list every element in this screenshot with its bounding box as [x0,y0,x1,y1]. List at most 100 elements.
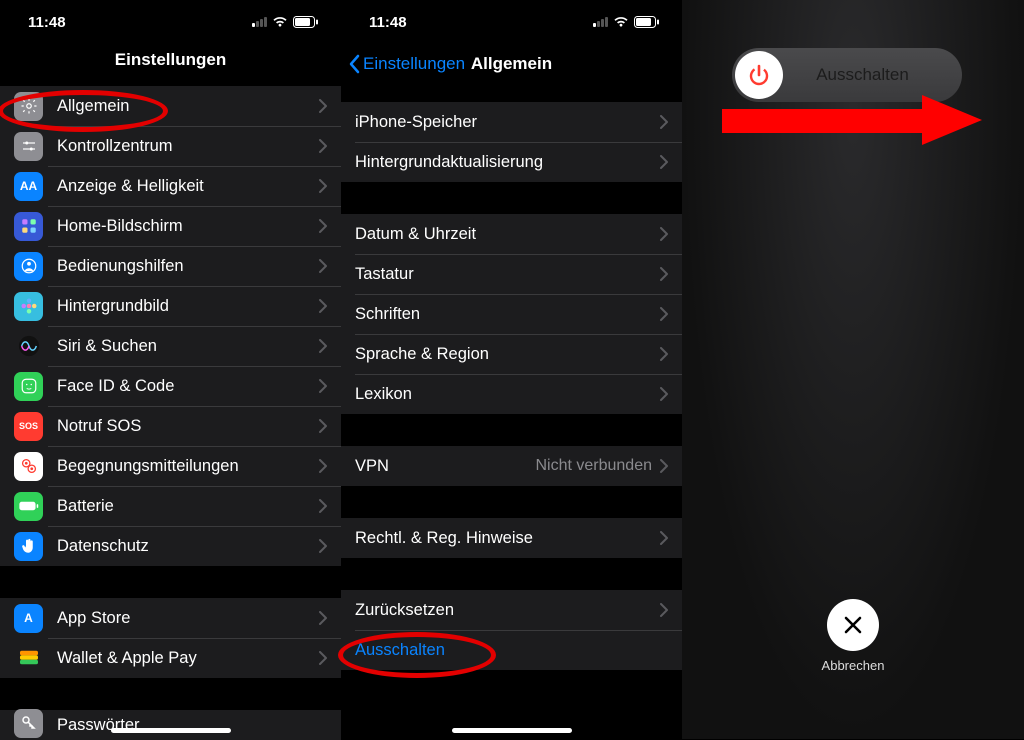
row-display-label: Anzeige & Helligkeit [57,177,319,196]
privacy-icon [14,532,43,561]
row-home[interactable]: Home-Bildschirm [0,206,341,246]
row-vpn-label: VPN [355,457,535,476]
row-battery-label: Batterie [57,497,319,516]
status-right [593,16,660,28]
chevron-right-icon [660,307,668,321]
row-dict[interactable]: Lexikon [341,374,682,414]
home-indicator[interactable] [111,728,231,733]
row-storage[interactable]: iPhone-Speicher [341,102,682,142]
wallpaper-icon [14,292,43,321]
wifi-icon [272,16,288,28]
row-date[interactable]: Datum & Uhrzeit [341,214,682,254]
slide-to-power-off[interactable]: Ausschalten [732,48,962,102]
accessibility-icon [14,252,43,281]
row-legal[interactable]: Rechtl. & Reg. Hinweise [341,518,682,558]
row-general[interactable]: Allgemein [0,86,341,126]
home-indicator[interactable] [452,728,572,733]
row-sos[interactable]: SOS Notruf SOS [0,406,341,446]
row-faceid[interactable]: Face ID & Code [0,366,341,406]
row-shutdown-label: Ausschalten [355,641,668,660]
status-bar: 11:48 [341,0,682,44]
chevron-right-icon [319,611,327,625]
chevron-right-icon [660,603,668,617]
row-dict-label: Lexikon [355,385,660,404]
row-wallet[interactable]: Wallet & Apple Pay [0,638,341,678]
row-keyboard-label: Tastatur [355,265,660,284]
row-exposure[interactable]: Begegnungsmitteilungen [0,446,341,486]
status-time: 11:48 [369,14,407,31]
row-reset-label: Zurücksetzen [355,601,660,620]
row-bg-label: Hintergrundaktualisierung [355,153,660,172]
cellular-signal-icon [593,17,608,27]
chevron-right-icon [319,99,327,113]
row-accessibility-label: Bedienungshilfen [57,257,319,276]
row-control[interactable]: Kontrollzentrum [0,126,341,166]
row-vpn-detail: Nicht verbunden [535,457,652,475]
key-icon [14,709,43,738]
row-shutdown[interactable]: Ausschalten [341,630,682,670]
row-privacy[interactable]: Datenschutz [0,526,341,566]
power-icon [746,62,772,88]
chevron-right-icon [319,179,327,193]
sos-icon: SOS [14,412,43,441]
row-display[interactable]: AA Anzeige & Helligkeit [0,166,341,206]
row-wallpaper[interactable]: Hintergrundbild [0,286,341,326]
chevron-right-icon [660,459,668,473]
chevron-right-icon [319,139,327,153]
cancel-label: Abbrechen [822,658,885,673]
row-battery[interactable]: Batterie [0,486,341,526]
display-icon: AA [14,172,43,201]
close-icon [841,613,865,637]
row-siri-label: Siri & Suchen [57,337,319,356]
row-fonts[interactable]: Schriften [341,294,682,334]
row-general-label: Allgemein [57,97,319,116]
cellular-signal-icon [252,17,267,27]
row-wallpaper-label: Hintergrundbild [57,297,319,316]
chevron-right-icon [319,379,327,393]
general-icon [14,92,43,121]
faceid-icon [14,372,43,401]
cancel-button[interactable] [827,599,879,651]
row-bg[interactable]: Hintergrundaktualisierung [341,142,682,182]
control-icon [14,132,43,161]
chevron-right-icon [319,339,327,353]
row-sos-label: Notruf SOS [57,417,319,436]
row-siri[interactable]: Siri & Suchen [0,326,341,366]
row-accessibility[interactable]: Bedienungshilfen [0,246,341,286]
battery-icon [14,492,43,521]
row-appstore[interactable]: AApp Store [0,598,341,638]
power-knob[interactable] [735,51,783,99]
row-home-label: Home-Bildschirm [57,217,319,236]
chevron-right-icon [319,299,327,313]
chevron-right-icon [660,387,668,401]
chevron-right-icon [660,347,668,361]
row-faceid-label: Face ID & Code [57,377,319,396]
back-label: Einstellungen [363,54,465,74]
row-date-label: Datum & Uhrzeit [355,225,660,244]
row-vpn[interactable]: VPNNicht verbunden [341,446,682,486]
battery-icon [634,16,660,28]
chevron-right-icon [660,155,668,169]
appstore-icon: A [14,604,43,633]
chevron-right-icon [660,115,668,129]
row-wallet-label: Wallet & Apple Pay [57,649,319,668]
settings-general-screen: 11:48 Einstellungen Allgemein iPhone-Spe… [341,0,682,739]
row-lang[interactable]: Sprache & Region [341,334,682,374]
slide-label: Ausschalten [783,65,962,85]
row-storage-label: iPhone-Speicher [355,113,660,132]
chevron-right-icon [319,499,327,513]
power-off-screen: Ausschalten Abbrechen [682,0,1024,739]
nav-header: Einstellungen Allgemein [341,44,682,84]
chevron-right-icon [319,651,327,665]
chevron-right-icon [319,219,327,233]
chevron-right-icon [319,259,327,273]
row-reset[interactable]: Zurücksetzen [341,590,682,630]
chevron-right-icon [319,459,327,473]
row-lang-label: Sprache & Region [355,345,660,364]
chevron-right-icon [319,539,327,553]
status-right [252,16,319,28]
row-keyboard[interactable]: Tastatur [341,254,682,294]
wifi-icon [613,16,629,28]
back-button[interactable]: Einstellungen [341,54,465,74]
row-legal-label: Rechtl. & Reg. Hinweise [355,529,660,548]
